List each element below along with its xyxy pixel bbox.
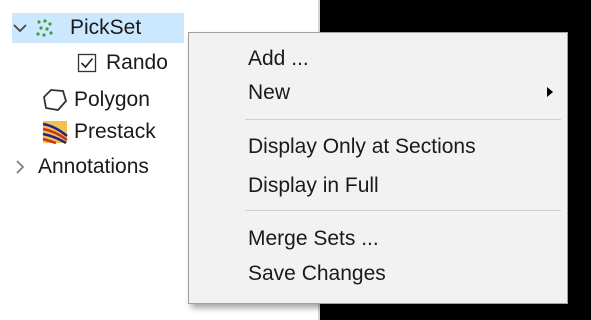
menu-item-new[interactable]: New <box>189 76 567 110</box>
menu-separator <box>245 210 561 211</box>
menu-item-display-in-full[interactable]: Display in Full <box>189 169 567 203</box>
tree-item-label: Polygon <box>74 88 150 111</box>
menu-item-add[interactable]: Add ... <box>189 42 567 76</box>
menu-item-display-only-at-sections[interactable]: Display Only at Sections <box>189 130 567 164</box>
chevron-down-icon[interactable] <box>12 20 28 36</box>
submenu-arrow-icon <box>547 87 553 97</box>
checkbox-icon[interactable] <box>74 50 100 76</box>
tree-item-polygon[interactable]: Polygon <box>40 85 190 115</box>
tree-item-label: Prestack <box>74 120 156 143</box>
menu-item-merge-sets[interactable]: Merge Sets ... <box>189 222 567 256</box>
menu-separator <box>245 119 561 120</box>
tree-item-label: Annotations <box>38 155 149 178</box>
tree-item-label: PickSet <box>70 16 142 39</box>
polygon-icon <box>40 87 70 113</box>
tree-item-label: Rando <box>106 51 168 74</box>
chevron-right-icon[interactable] <box>12 159 28 175</box>
prestack-icon <box>40 119 70 145</box>
tree-item-rando[interactable]: Rando <box>74 48 194 78</box>
tree-item-prestack[interactable]: Prestack <box>40 117 190 147</box>
tree-item-pickset[interactable]: PickSet <box>12 13 184 43</box>
tree-item-annotations[interactable]: Annotations <box>12 152 190 182</box>
pickset-icon <box>28 15 62 41</box>
context-menu: Add ... New Display Only at Sections Dis… <box>188 32 568 304</box>
menu-item-save-changes[interactable]: Save Changes <box>189 257 567 291</box>
